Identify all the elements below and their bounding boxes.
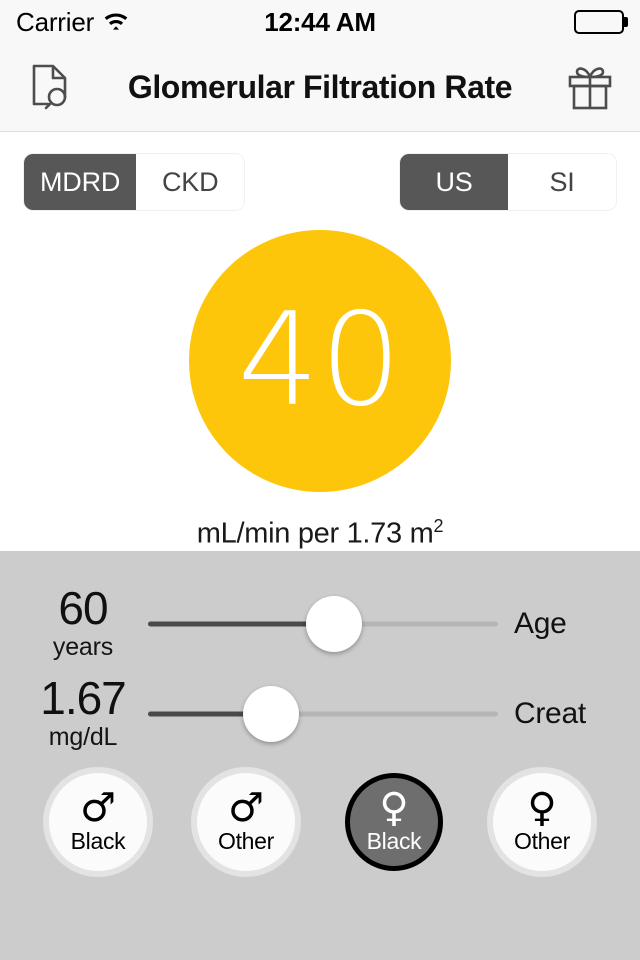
segment-controls-row: MDRD CKD US SI (0, 132, 640, 210)
age-readout: 60 years (24, 585, 142, 662)
male-symbol-icon: ♂ (80, 785, 116, 832)
gfr-result-units: mL/min per 1.73 m2 (196, 516, 444, 551)
female-symbol-icon: ♀ (527, 785, 557, 832)
nav-bar: Glomerular Filtration Rate (0, 44, 640, 132)
creat-label: Creat (514, 696, 586, 730)
creat-unit: mg/dL (48, 723, 118, 752)
age-slider-thumb[interactable] (305, 595, 362, 652)
status-bar-right (574, 10, 624, 34)
gender-button-male-black[interactable]: ♂ Black (49, 772, 147, 871)
gender-race-selector: ♂ Black ♂ Other ♀ Black ♀ Other (0, 759, 640, 871)
gift-icon[interactable] (562, 60, 618, 116)
gfr-calculator-app: Carrier 12:44 AM Glomerular Filtration R… (0, 0, 640, 960)
gfr-result-circle: 40 (189, 230, 451, 492)
creat-slider[interactable] (148, 684, 498, 744)
wifi-icon (102, 9, 130, 36)
carrier-label: Carrier (16, 6, 95, 37)
result-panel: MDRD CKD US SI 40 mL/min per 1.73 m2 (0, 132, 640, 551)
gfr-units-superscript: 2 (433, 516, 444, 536)
inputs-panel: 60 years Age 1.67 mg/dL Creat ♂ Black ♂ … (0, 550, 640, 960)
gender-button-male-other[interactable]: ♂ Other (197, 772, 295, 871)
slider-row-age: 60 years Age (0, 579, 640, 669)
female-symbol-icon: ♀ (379, 785, 409, 832)
creat-value: 1.67 (40, 672, 127, 725)
gender-button-label: Black (70, 828, 126, 855)
segment-mdrd[interactable]: MDRD (24, 154, 137, 210)
gender-button-female-black[interactable]: ♀ Black (345, 772, 443, 871)
segment-us[interactable]: US (400, 154, 508, 210)
gender-button-label: Other (513, 828, 571, 855)
age-value: 60 (58, 582, 108, 635)
male-symbol-icon: ♂ (228, 785, 264, 832)
segment-si[interactable]: SI (508, 154, 616, 210)
status-bar-left: Carrier (16, 7, 130, 38)
formula-selector[interactable]: MDRD CKD (24, 154, 245, 210)
gfr-units-text: mL/min per 1.73 m (196, 517, 434, 550)
age-unit: years (52, 633, 114, 662)
creat-readout: 1.67 mg/dL (24, 675, 142, 752)
age-slider[interactable] (148, 594, 498, 654)
status-bar: Carrier 12:44 AM (0, 0, 640, 44)
gender-button-label: Black (366, 828, 422, 855)
page-title: Glomerular Filtration Rate (127, 69, 513, 105)
document-search-icon[interactable] (22, 60, 78, 116)
gender-button-female-other[interactable]: ♀ Other (493, 772, 591, 871)
slider-row-creat: 1.67 mg/dL Creat (0, 669, 640, 759)
age-label: Age (514, 606, 567, 640)
gfr-result-value: 40 (237, 286, 403, 435)
units-selector[interactable]: US SI (400, 154, 616, 210)
gender-button-label: Other (217, 828, 275, 855)
gfr-result: 40 mL/min per 1.73 m2 (189, 230, 451, 551)
battery-full-icon (574, 10, 624, 34)
segment-ckd[interactable]: CKD (136, 154, 245, 210)
creat-slider-thumb[interactable] (242, 685, 299, 742)
